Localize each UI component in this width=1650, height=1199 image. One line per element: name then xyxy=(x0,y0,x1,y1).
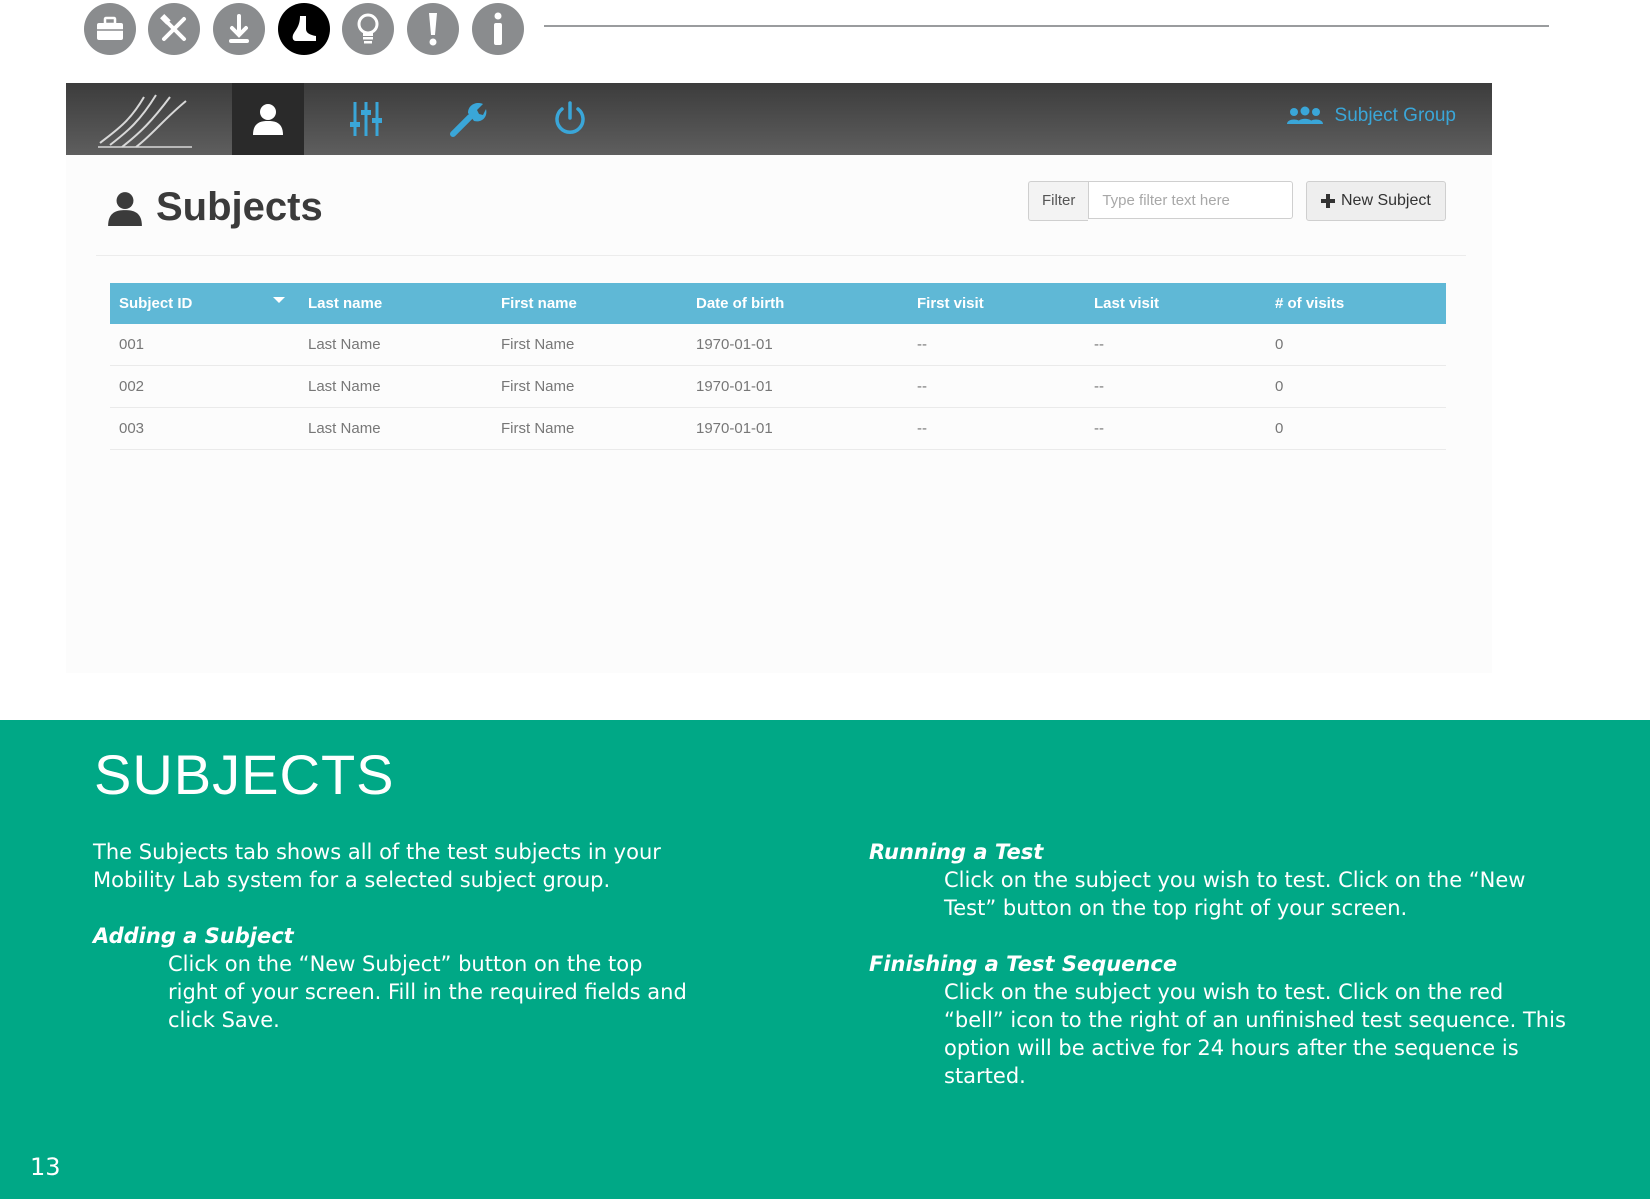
user-icon xyxy=(108,191,142,226)
subject-group-label: Subject Group xyxy=(1334,105,1456,126)
cell-last-visit: -- xyxy=(1085,324,1266,366)
table-row[interactable]: 002 Last Name First Name 1970-01-01 -- -… xyxy=(110,365,1446,408)
cell-date-of-birth: 1970-01-01 xyxy=(687,324,908,366)
running-test-heading: Running a Test xyxy=(869,840,1044,864)
adding-subject-heading: Adding a Subject xyxy=(93,924,294,948)
cell-date-of-birth: 1970-01-01 xyxy=(687,407,908,450)
column-header-subject-id[interactable]: Subject ID xyxy=(110,283,299,324)
column-header-last-name[interactable]: Last name xyxy=(299,283,492,324)
page-title: Subjects xyxy=(156,185,323,229)
download-icon[interactable] xyxy=(213,3,265,55)
table-row[interactable]: 003 Last Name First Name 1970-01-01 -- -… xyxy=(110,407,1446,450)
user-icon xyxy=(253,104,283,135)
filter-group: Filter xyxy=(1028,181,1294,221)
cell-visit-count: 0 xyxy=(1266,407,1446,450)
column-header-first-name[interactable]: First name xyxy=(492,283,687,324)
cell-subject-id: 003 xyxy=(110,407,299,450)
new-subject-button[interactable]: New Subject xyxy=(1306,181,1446,221)
tools-icon[interactable] xyxy=(148,3,200,55)
adding-subject-text: Click on the “New Subject” button on the… xyxy=(168,952,687,1032)
sort-caret-icon xyxy=(273,297,285,303)
intro-text: The Subjects tab shows all of the test s… xyxy=(93,840,661,892)
tools-tab[interactable] xyxy=(436,83,500,155)
app-screenshot: Subject Group Subjects Filter New Subjec… xyxy=(66,83,1492,673)
finishing-sequence-heading: Finishing a Test Sequence xyxy=(869,952,1178,976)
subject-group-selector[interactable]: Subject Group xyxy=(1286,105,1456,127)
manual-section-nav xyxy=(84,0,1549,55)
cell-last-name: Last Name xyxy=(299,365,492,408)
cell-first-name: First Name xyxy=(492,407,687,450)
column-header-date-of-birth[interactable]: Date of birth xyxy=(687,283,908,324)
cell-visit-count: 0 xyxy=(1266,324,1446,366)
sliders-icon xyxy=(350,102,382,136)
cell-last-name: Last Name xyxy=(299,324,492,366)
cell-last-visit: -- xyxy=(1085,407,1266,450)
page-number: 13 xyxy=(30,1153,61,1181)
subjects-table: Subject ID Last name First name Date of … xyxy=(110,283,1446,450)
cell-subject-id: 001 xyxy=(110,324,299,366)
table-row[interactable]: 001 Last Name First Name 1970-01-01 -- -… xyxy=(110,324,1446,366)
header-rule xyxy=(544,25,1549,27)
wrench-icon xyxy=(450,103,487,137)
app-topbar: Subject Group xyxy=(66,83,1492,155)
info-icon[interactable] xyxy=(472,3,524,55)
settings-tab[interactable] xyxy=(334,83,398,155)
lightbulb-icon[interactable] xyxy=(342,3,394,55)
new-subject-label: New Subject xyxy=(1341,192,1431,209)
foot-icon[interactable] xyxy=(278,3,330,55)
filter-label: Filter xyxy=(1028,181,1089,221)
power-tab[interactable] xyxy=(538,83,602,155)
cell-first-name: First Name xyxy=(492,365,687,408)
section-title: SUBJECTS xyxy=(94,743,395,806)
power-icon xyxy=(555,101,585,134)
column-header-last-visit[interactable]: Last visit xyxy=(1085,283,1266,324)
header-divider xyxy=(96,255,1466,256)
cell-first-visit: -- xyxy=(908,407,1085,450)
filter-input[interactable] xyxy=(1088,181,1294,219)
column-header-first-visit[interactable]: First visit xyxy=(908,283,1085,324)
cell-last-name: Last Name xyxy=(299,407,492,450)
table-header-row: Subject ID Last name First name Date of … xyxy=(110,283,1446,324)
finishing-sequence-text: Click on the subject you wish to test. C… xyxy=(944,980,1566,1088)
column-header-visit-count[interactable]: # of visits xyxy=(1266,283,1446,324)
running-test-text: Click on the subject you wish to test. C… xyxy=(944,868,1526,920)
cell-date-of-birth: 1970-01-01 xyxy=(687,365,908,408)
subjects-tab[interactable] xyxy=(232,83,304,155)
left-column: The Subjects tab shows all of the test s… xyxy=(93,838,693,1034)
cell-first-visit: -- xyxy=(908,365,1085,408)
right-column: Running a Test Click on the subject you … xyxy=(869,838,1569,1090)
plus-icon xyxy=(1321,194,1335,208)
cell-subject-id: 002 xyxy=(110,365,299,408)
page-header: Subjects xyxy=(106,185,323,230)
manual-text-panel: SUBJECTS The Subjects tab shows all of t… xyxy=(0,720,1650,1199)
cell-first-visit: -- xyxy=(908,324,1085,366)
briefcase-icon[interactable] xyxy=(84,3,136,55)
exclamation-icon[interactable] xyxy=(407,3,459,55)
mobility-lab-logo xyxy=(96,91,196,149)
cell-first-name: First Name xyxy=(492,324,687,366)
cell-last-visit: -- xyxy=(1085,365,1266,408)
group-icon xyxy=(1286,106,1323,124)
cell-visit-count: 0 xyxy=(1266,365,1446,408)
